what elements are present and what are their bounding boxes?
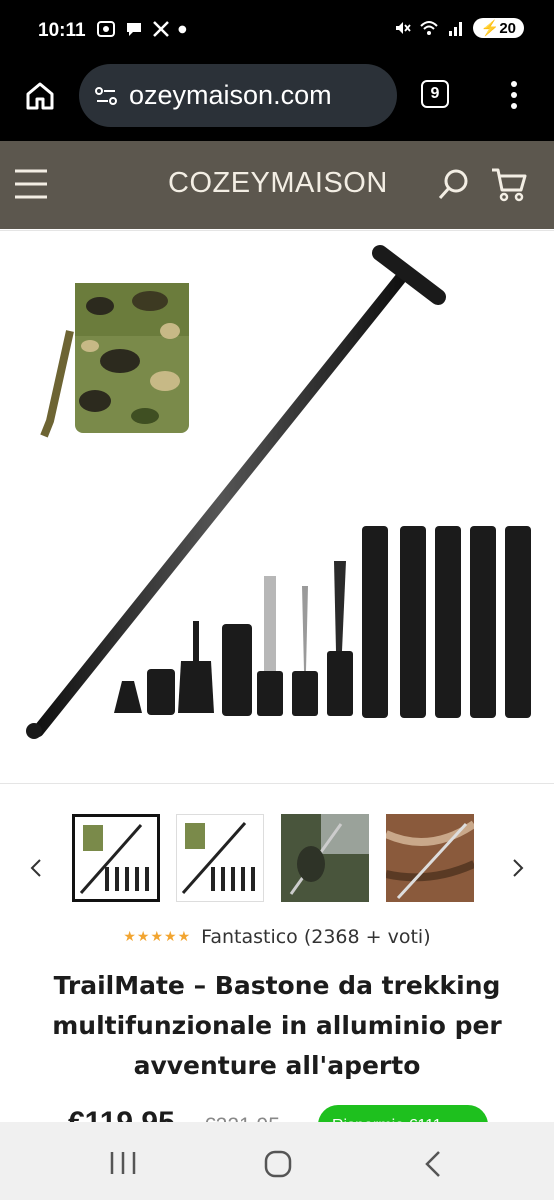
hamburger-menu-icon[interactable] (13, 167, 49, 201)
product-title: TrailMate – Bastone da trekking multifun… (52, 971, 502, 1080)
site-logo[interactable]: COZEYMAISON (168, 167, 388, 200)
thumbnail-image (384, 814, 477, 902)
home-button-icon[interactable] (263, 1149, 293, 1179)
home-icon[interactable] (24, 80, 56, 112)
mute-icon (395, 22, 411, 34)
screenshot-icon (97, 21, 115, 37)
more-notifications-dot-icon: ● (178, 23, 187, 35)
status-time: 10:11 (38, 20, 86, 41)
camo-bag (40, 283, 189, 438)
thumbnail-image (79, 824, 149, 894)
search-icon[interactable] (437, 167, 471, 201)
recent-apps-icon[interactable] (108, 1150, 138, 1176)
chevron-right-icon[interactable] (510, 858, 526, 878)
system-icons: ⚡20 (393, 18, 524, 38)
status-bar: 10:11 ● ⚡20 (0, 0, 554, 64)
trekking-pole-kit-image (26, 245, 531, 739)
thumbnail-3[interactable] (281, 814, 369, 902)
chat-icon (127, 23, 141, 36)
thumbnail-image (181, 822, 255, 894)
system-navigation-bar (0, 1122, 554, 1200)
site-settings-icon[interactable] (93, 83, 119, 109)
thumbnail-gallery (0, 800, 554, 910)
original-price: €221,95 (204, 1114, 280, 1122)
thumbnail-1-selected[interactable] (72, 814, 160, 902)
chevron-left-icon[interactable] (28, 858, 44, 878)
url-text: ozeymaison.com (129, 80, 332, 110)
current-price: €119,95 (68, 1106, 175, 1122)
thumbnail-image (281, 814, 369, 902)
thumbnail-2[interactable] (176, 814, 264, 902)
battery-indicator: ⚡20 (472, 18, 524, 38)
x-logo-icon (153, 21, 169, 37)
browser-menu-icon[interactable] (506, 79, 522, 111)
battery-icon: ⚡ (480, 20, 500, 37)
price-row: €119,95 €221,95 Risparmia €111 (0, 1100, 554, 1122)
wifi-icon (419, 21, 438, 35)
rating-text: Fantastico (2368 + voti) (201, 926, 431, 948)
back-icon[interactable] (422, 1150, 444, 1178)
tab-switcher-button[interactable]: 9 (421, 80, 449, 108)
thumbnail-4[interactable] (384, 814, 477, 902)
savings-badge: Risparmia €111 (318, 1105, 488, 1122)
address-bar[interactable]: ozeymaison.com (79, 64, 397, 127)
browser-toolbar: ozeymaison.com 9 (0, 64, 554, 141)
product-main-image[interactable] (0, 230, 554, 784)
notification-icons: ● (96, 19, 187, 39)
signal-icon (448, 22, 462, 36)
cart-icon[interactable] (490, 165, 528, 203)
product-rating[interactable]: ★★★★★ Fantastico (2368 + voti) (0, 926, 554, 948)
site-header: COZEYMAISON (0, 141, 554, 229)
star-rating-icon: ★★★★★ (123, 929, 192, 945)
